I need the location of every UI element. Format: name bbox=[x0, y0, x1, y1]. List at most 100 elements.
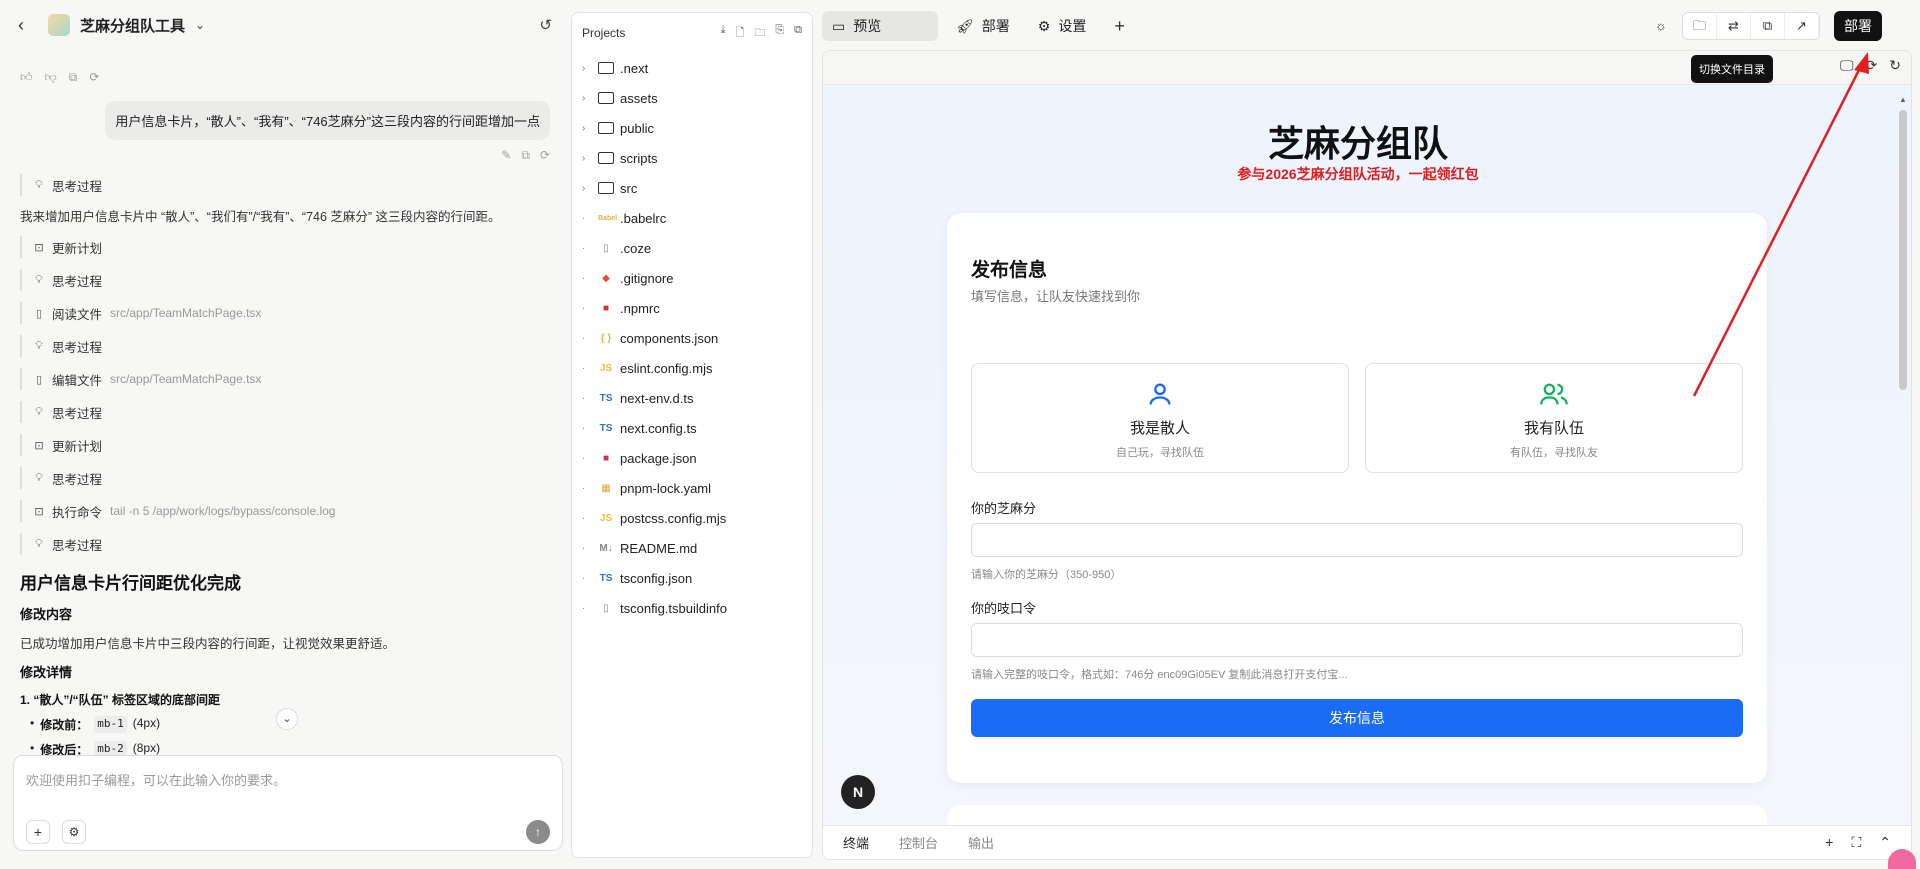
tree-file[interactable]: · ▯ tsconfig.tsbuildinfo bbox=[572, 593, 812, 623]
tree-folder[interactable]: › .next bbox=[572, 53, 812, 83]
scroll-up-icon[interactable]: ▲ bbox=[1899, 95, 1907, 104]
step-item[interactable]: ▯ 阅读文件 src/app/TeamMatchPage.tsx bbox=[20, 302, 550, 324]
code-hint: 请输入完整的吱口令，格式如：746分 enc09Gi05EV 复制此消息打开支付… bbox=[971, 669, 1348, 681]
tree-file[interactable]: · JS postcss.config.mjs bbox=[572, 503, 812, 533]
download-icon[interactable]: ⤓ bbox=[721, 24, 726, 43]
add-attachment-button[interactable]: + bbox=[26, 820, 50, 844]
step-item[interactable]: ⊡ 更新计划 bbox=[20, 434, 550, 456]
tab-console[interactable]: 控制台 bbox=[899, 833, 938, 852]
spacer: · bbox=[582, 362, 586, 374]
new-file-icon[interactable]: 🗋︎ bbox=[735, 24, 744, 43]
step-item[interactable]: 💡︎ 思考过程 bbox=[20, 335, 550, 357]
role-option-solo[interactable]: 我是散人 自己玩，寻找队伍 bbox=[971, 363, 1349, 473]
restart-icon[interactable]: ↻ bbox=[1889, 57, 1901, 74]
step-item[interactable]: ⊡ 执行命令 tail -n 5 /app/work/logs/bypass/con… bbox=[20, 500, 550, 522]
step-item[interactable]: 💡︎ 思考过程 bbox=[20, 401, 550, 423]
file-name: tsconfig.json bbox=[620, 570, 693, 586]
sliders-icon: ⚙ bbox=[1037, 17, 1051, 34]
tree-file[interactable]: · TS tsconfig.json bbox=[572, 563, 812, 593]
collapse-icon[interactable]: ⌃ bbox=[1879, 834, 1891, 851]
chevron-down-icon[interactable]: ⌄ bbox=[195, 18, 205, 32]
deploy-button[interactable]: 部署 bbox=[1834, 11, 1882, 41]
user-message: 用户信息卡片，“散人”、“我有”、“746芝麻分”这三段内容的行间距增加一点 bbox=[105, 101, 550, 140]
maximize-icon[interactable]: ⛶ bbox=[1851, 834, 1861, 851]
tab-terminal[interactable]: 终端 bbox=[843, 833, 869, 852]
collapse-all-icon[interactable]: ⧉ bbox=[794, 24, 802, 43]
add-icon[interactable]: + bbox=[1825, 834, 1833, 851]
copy-icon[interactable]: ⧉ bbox=[69, 70, 78, 85]
tree-file[interactable]: · ▯ .coze bbox=[572, 233, 812, 263]
thumbs-up-icon[interactable]: 👍︎ bbox=[20, 70, 33, 85]
card-description: 填写信息，让队友快速找到你 bbox=[971, 289, 1141, 304]
tab-preview[interactable]: ▭ 预览 bbox=[822, 11, 938, 41]
tree-file[interactable]: · ◆ .gitignore bbox=[572, 263, 812, 293]
upload-file-icon[interactable]: ⎘ bbox=[775, 24, 784, 43]
desktop-icon[interactable]: 🖵︎ bbox=[1840, 57, 1854, 74]
step-item[interactable]: 💡︎ 思考过程 bbox=[20, 533, 550, 555]
tab-deploy[interactable]: 🚀︎ 部署 bbox=[946, 11, 1020, 41]
theme-sun-icon[interactable]: ☼ bbox=[1648, 13, 1674, 39]
tree-file[interactable]: · JS eslint.config.mjs bbox=[572, 353, 812, 383]
step-item[interactable]: ⊡ 更新计划 bbox=[20, 236, 550, 258]
scrollbar[interactable]: ▲ bbox=[1899, 95, 1907, 415]
assistant-text: 我来增加用户信息卡片中 “散人”、“我们有”/“我有”、“746 芝麻分” 这三… bbox=[20, 210, 501, 224]
step-item[interactable]: 💡︎ 思考过程 bbox=[20, 174, 550, 196]
tree-folder[interactable]: › assets bbox=[572, 83, 812, 113]
step-item[interactable]: ▯ 编辑文件 src/app/TeamMatchPage.tsx bbox=[20, 368, 550, 390]
spacer: · bbox=[582, 332, 586, 344]
tree-file[interactable]: · M↓ README.md bbox=[572, 533, 812, 563]
step-item[interactable]: 💡︎ 思考过程 bbox=[20, 269, 550, 291]
file-tree-tools: ⤓ 🗋︎ 🗀︎ ⎘ ⧉ bbox=[721, 24, 802, 43]
folder-icon[interactable]: 🗀︎ bbox=[1683, 13, 1717, 39]
tree-file[interactable]: · TS next-env.d.ts bbox=[572, 383, 812, 413]
retry-icon[interactable]: ⟳ bbox=[540, 148, 550, 163]
tree-file[interactable]: · ■ package.json bbox=[572, 443, 812, 473]
refresh-icon[interactable]: ⟳ bbox=[1866, 57, 1878, 74]
composer-placeholder[interactable]: 欢迎使用扣子编程，可以在此输入你的要求。 bbox=[26, 770, 286, 789]
compare-icon[interactable]: ⇄ bbox=[1717, 13, 1751, 39]
user-icon bbox=[972, 380, 1348, 415]
tab-settings[interactable]: ⚙ 设置 bbox=[1028, 11, 1097, 41]
chat-composer[interactable]: 欢迎使用扣子编程，可以在此输入你的要求。 + ⚙ ↑ bbox=[13, 755, 563, 851]
spacer: · bbox=[582, 272, 586, 284]
history-icon[interactable]: ↺ bbox=[539, 16, 552, 34]
tree-file[interactable]: · Babel .babelrc bbox=[572, 203, 812, 233]
send-button[interactable]: ↑ bbox=[526, 820, 550, 844]
tree-folder[interactable]: › src bbox=[572, 173, 812, 203]
mascot-icon[interactable] bbox=[1888, 849, 1916, 869]
code-input[interactable] bbox=[971, 623, 1743, 657]
external-link-icon[interactable]: ↗ bbox=[1785, 13, 1819, 39]
copy-icon[interactable]: ⧉ bbox=[521, 148, 530, 163]
spacer: · bbox=[582, 602, 586, 614]
tree-file[interactable]: · ▦ pnpm-lock.yaml bbox=[572, 473, 812, 503]
tree-folder[interactable]: › scripts bbox=[572, 143, 812, 173]
file-name: eslint.config.mjs bbox=[620, 360, 713, 376]
score-input[interactable] bbox=[971, 523, 1743, 557]
retry-icon[interactable]: ⟳ bbox=[89, 70, 99, 85]
bulb-icon: 💡︎ bbox=[35, 339, 43, 352]
file-name: README.md bbox=[620, 540, 698, 556]
tree-file[interactable]: · TS next.config.ts bbox=[572, 413, 812, 443]
edit-icon[interactable]: ✎ bbox=[501, 148, 511, 163]
scroll-down-icon[interactable]: ⌄ bbox=[276, 708, 298, 730]
new-folder-icon[interactable]: 🗀︎ bbox=[754, 24, 765, 43]
tree-folder[interactable]: › public bbox=[572, 113, 812, 143]
site-viewport: 芝麻分组队 参与2026芝麻分组队活动，一起领红包 发布信息 填写信息，让队友快… bbox=[823, 85, 1911, 845]
file-name: src bbox=[620, 180, 638, 196]
tree-file[interactable]: · ■ .npmrc bbox=[572, 293, 812, 323]
step-item[interactable]: 💡︎ 思考过程 bbox=[20, 467, 550, 489]
project-title[interactable]: 芝麻分组队工具 bbox=[80, 15, 185, 36]
scrollbar-thumb[interactable] bbox=[1899, 110, 1907, 390]
copy-icon[interactable]: ⧉ bbox=[1751, 13, 1785, 39]
npm-file-icon: ■ bbox=[602, 302, 610, 314]
ts-file-icon: TS bbox=[599, 572, 613, 584]
role-option-team[interactable]: 我有队伍 有队伍，寻找队友 bbox=[1365, 363, 1743, 473]
settings-sliders-icon[interactable]: ⚙ bbox=[62, 820, 86, 844]
tab-output[interactable]: 输出 bbox=[968, 833, 994, 852]
publish-button[interactable]: 发布信息 bbox=[971, 699, 1743, 737]
back-arrow-icon[interactable]: ‹ bbox=[18, 15, 38, 36]
next-dev-badge[interactable]: N bbox=[841, 775, 875, 809]
tree-file[interactable]: · { } components.json bbox=[572, 323, 812, 353]
thumbs-down-icon[interactable]: 👎︎ bbox=[45, 70, 57, 85]
add-tab-icon[interactable]: + bbox=[1114, 16, 1125, 37]
